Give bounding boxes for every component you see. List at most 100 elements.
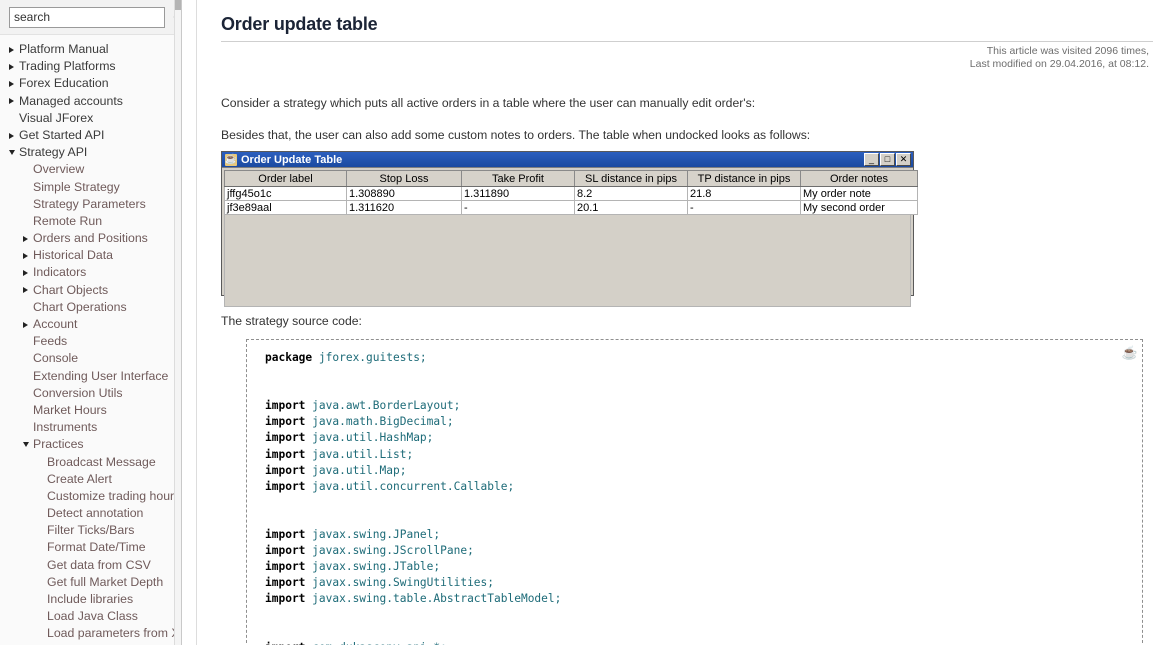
table-row[interactable]: jf3e89aal 1.311620-20.1- My second order [224,200,918,215]
search-area [0,0,181,35]
sidebar-item-historical-data[interactable]: Historical Data [0,247,175,264]
sidebar-item-orders-and-positions[interactable]: Orders and Positions [0,230,175,247]
sidebar-item-overview[interactable]: Overview [0,161,175,178]
chevron-down-icon[interactable] [6,150,17,156]
sidebar-item-label: Instruments [33,420,98,435]
table-cell[interactable]: 1.308890 [346,186,462,201]
sidebar-item-label: Platform Manual [19,42,109,56]
sidebar-item-include-libraries[interactable]: Include libraries [0,591,175,608]
maximize-button[interactable]: □ [880,153,895,166]
table-column-header[interactable]: TP distance in pips [687,170,801,187]
sidebar-item-load-parameters-from-xml[interactable]: Load parameters from XML [0,625,181,642]
table-cell[interactable]: 1.311620 [346,200,462,215]
table-cell[interactable]: 21.8 [687,186,801,201]
sidebar: Platform Manual Trading Platforms Forex Ed… [0,0,182,645]
sidebar-item-label: Orders and Positions [33,231,148,246]
window-buttons: _ □ ✕ [864,153,911,166]
intro-paragraph: Consider a strategy which puts all activ… [221,96,756,110]
table-empty-area [224,215,911,307]
sidebar-item-customize-trading-hours[interactable]: Customize trading hours [0,488,180,505]
table-row[interactable]: jffg45o1c 1.308890 1.311890 8.2 21.8 My order… [224,186,918,201]
chevron-right-icon[interactable] [6,63,17,70]
table-column-header[interactable]: Take Profit [461,170,575,187]
sidebar-item-platform-manual[interactable]: Platform Manual [0,41,175,58]
sidebar-item-label: Get data from CSV [47,557,151,572]
sidebar-item-get-started-api[interactable]: Get Started API [0,127,175,144]
visit-count: This article was visited 2096 times, [986,45,1149,57]
sidebar-item-console[interactable]: Console [0,350,175,367]
sidebar-item-visual-jforex[interactable]: Visual JForex [0,110,175,127]
chevron-right-icon[interactable] [6,132,17,139]
sidebar-item-forex-education[interactable]: Forex Education [0,75,175,92]
chevron-right-icon[interactable] [6,46,17,53]
sidebar-item-filter-ticks-bars[interactable]: Filter Ticks/Bars [0,522,175,539]
table-column-header[interactable]: Order label [224,170,347,187]
chevron-right-icon[interactable] [6,98,17,105]
sidebar-item-chart-operations[interactable]: Chart Operations [0,299,175,316]
table-column-header[interactable]: Order notes [800,170,918,187]
table-cell[interactable]: - [461,200,575,215]
sidebar-item-label: Indicators [33,265,87,280]
table-cell[interactable]: - [687,200,801,215]
sidebar-item-strategy-api[interactable]: Strategy API [0,144,175,161]
minimize-button[interactable]: _ [864,153,879,166]
sidebar-item-label: Get Started API [19,127,105,142]
sidebar-item-label: Create Alert [47,471,112,486]
chevron-right-icon[interactable] [20,252,31,259]
table-cell[interactable]: jf3e89aal [224,200,347,215]
sidebar-item-broadcast-message[interactable]: Broadcast Message [0,454,175,471]
sidebar-item-strategy-parameters[interactable]: Strategy Parameters [0,196,175,213]
table-cell[interactable]: 1.311890 [461,186,575,201]
sidebar-item-get-data-from-csv[interactable]: Get data from CSV [0,557,175,574]
search-input[interactable] [10,9,173,26]
sidebar-item-label: Account [33,317,78,331]
chevron-right-icon[interactable] [20,270,31,277]
sidebar-item-label: Customize trading hours [47,488,181,503]
table-column-header[interactable]: SL distance in pips [574,170,688,187]
table-column-header[interactable]: Stop Loss [346,170,462,187]
table-cell[interactable]: My second order [800,200,918,215]
sidebar-scrollbar[interactable] [174,0,181,645]
table-cell[interactable]: My order note [800,186,918,201]
sidebar-item-trading-platforms[interactable]: Trading Platforms [0,58,175,75]
sidebar-item-remote-run[interactable]: Remote Run [0,213,175,230]
sidebar-content: Platform Manual Trading Platforms Forex Ed… [0,0,181,645]
chevron-right-icon[interactable] [20,321,31,328]
sidebar-item-conversion-utils[interactable]: Conversion Utils [0,385,175,402]
sidebar-item-create-alert[interactable]: Create Alert [0,471,175,488]
sidebar-item-label: Remote Run [33,213,103,228]
chevron-down-icon[interactable] [20,442,31,448]
sidebar-item-label: Detect annotation [47,506,144,521]
table-cell[interactable]: 8.2 [574,186,688,201]
article-meta: This article was visited 2096 times, Las… [221,45,1153,70]
sidebar-item-simple-strategy[interactable]: Simple Strategy [0,179,175,196]
sidebar-nav: Platform Manual Trading Platforms Forex Ed… [0,35,181,643]
search-box[interactable] [9,7,181,28]
sidebar-item-feeds[interactable]: Feeds [0,333,175,350]
sidebar-item-extending-user-interface[interactable]: Extending User Interface [0,368,175,385]
page-title: Order update table [221,14,378,34]
sidebar-item-get-full-market-depth[interactable]: Get full Market Depth [0,574,175,591]
chevron-right-icon[interactable] [6,80,17,87]
sidebar-item-label: Broadcast Message [47,454,156,469]
chevron-right-icon[interactable] [20,287,31,294]
close-button[interactable]: ✕ [896,153,911,166]
chevron-right-icon[interactable] [20,235,31,242]
window-body: Order label Stop Loss Take Profit SL distan… [222,168,918,307]
table-cell[interactable]: 20.1 [574,200,688,215]
sidebar-item-managed-accounts[interactable]: Managed accounts [0,93,175,110]
sidebar-scrollbar-thumb[interactable] [175,0,181,10]
sidebar-item-practices[interactable]: Practices [0,436,175,453]
sidebar-item-detect-annotation[interactable]: Detect annotation [0,505,175,522]
sidebar-item-format-date-time[interactable]: Format Date/Time [0,539,175,556]
sidebar-item-label: Extending User Interface [33,368,169,383]
sidebar-item-instruments[interactable]: Instruments [0,419,175,436]
sidebar-item-load-java-class[interactable]: Load Java Class [0,608,175,625]
last-modified: Last modified on 29.04.2016, at 08:12. [969,57,1149,70]
after-list-paragraph: Besides that, the user can also add some… [221,128,811,142]
table-cell[interactable]: jffg45o1c [224,186,347,201]
sidebar-item-chart-objects[interactable]: Chart Objects [0,282,175,299]
sidebar-item-account[interactable]: Account [0,316,175,333]
sidebar-item-market-hours[interactable]: Market Hours [0,402,175,419]
sidebar-item-indicators[interactable]: Indicators [0,264,175,281]
